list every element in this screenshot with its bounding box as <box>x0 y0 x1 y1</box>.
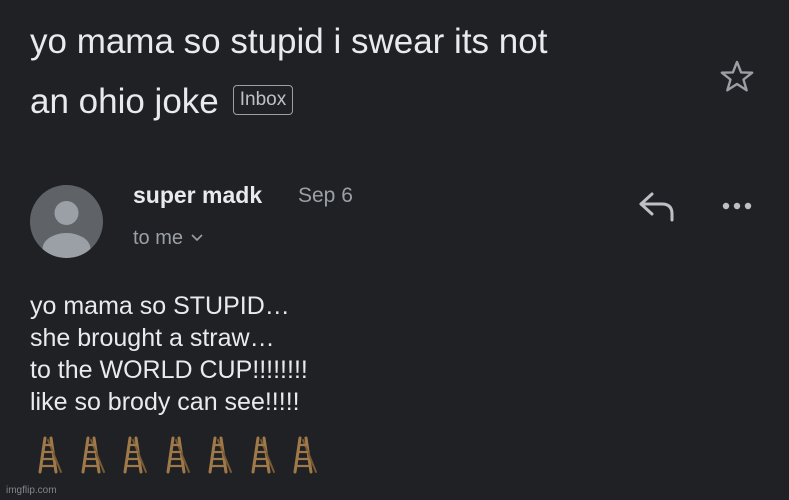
ladder-icon <box>33 436 63 474</box>
chevron-down-icon <box>191 229 203 245</box>
subject-line-2: an ohio joke Inbox <box>30 72 690 132</box>
body-line: yo mama so STUPID… <box>30 292 290 320</box>
more-options-icon[interactable] <box>718 194 758 218</box>
body-line: she brought a straw… <box>30 324 275 352</box>
ladder-icon <box>161 436 191 474</box>
inbox-label-badge[interactable]: Inbox <box>232 84 294 115</box>
reply-icon[interactable] <box>636 190 678 224</box>
ladder-icon <box>203 436 233 474</box>
recipient-toggle[interactable]: to me <box>133 227 203 250</box>
subject-line-1: yo mama so stupid i swear its not <box>30 22 548 61</box>
star-icon[interactable] <box>718 58 756 96</box>
ladder-icon <box>76 436 106 474</box>
sender-name[interactable]: super madk <box>133 182 262 209</box>
ladder-emoji-row <box>33 436 331 476</box>
ladder-icon <box>118 436 148 474</box>
body-line: like so brody can see!!!!! <box>30 388 300 416</box>
imgflip-watermark: imgflip.com <box>6 485 57 496</box>
email-date: Sep 6 <box>298 184 353 207</box>
ladder-icon <box>288 436 318 474</box>
email-subject: yo mama so stupid i swear its not an ohi… <box>30 12 690 132</box>
ladder-icon <box>246 436 276 474</box>
recipient-text: to me <box>133 227 184 249</box>
avatar[interactable] <box>30 185 103 258</box>
body-line: to the WORLD CUP!!!!!!!! <box>30 356 308 384</box>
subject-line-2-text: an ohio joke <box>30 82 219 121</box>
email-body: yo mama so STUPID… she brought a straw… … <box>30 290 650 418</box>
